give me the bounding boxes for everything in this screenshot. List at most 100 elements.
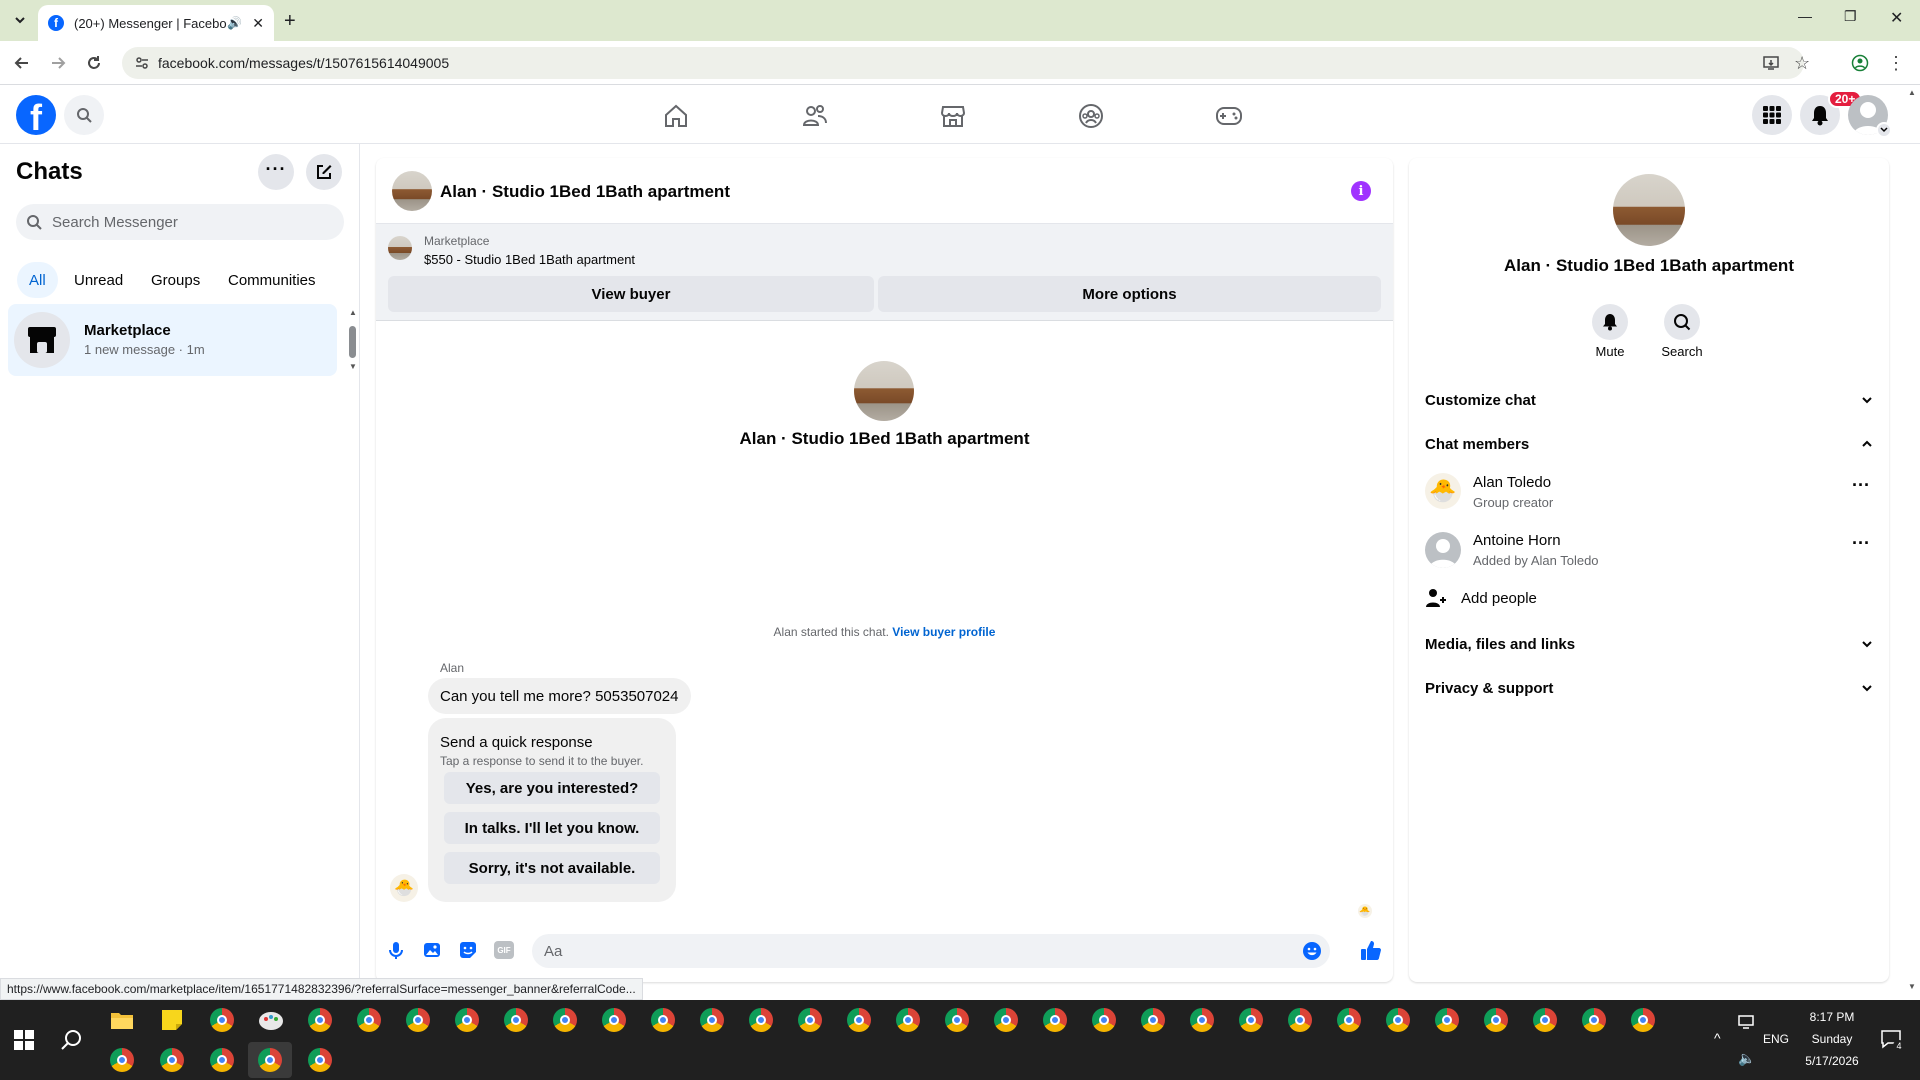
volume-icon[interactable]: 🔈 bbox=[1738, 1050, 1755, 1067]
member-avatar[interactable]: 🐣 bbox=[1425, 473, 1461, 509]
profile-icon[interactable] bbox=[1850, 53, 1870, 73]
language-indicator[interactable]: ENG bbox=[1763, 1032, 1789, 1046]
quick-reply-not-available[interactable]: Sorry, it's not available. bbox=[444, 852, 660, 884]
address-bar[interactable]: facebook.com/messages/t/1507615614049005… bbox=[122, 47, 1810, 79]
banner-listing[interactable]: $550 - Studio 1Bed 1Bath apartment bbox=[424, 252, 635, 267]
install-app-icon[interactable] bbox=[1762, 54, 1780, 72]
chrome-profile-icon[interactable] bbox=[1578, 1004, 1610, 1036]
chat-members-section[interactable]: Chat members bbox=[1425, 422, 1873, 466]
restore-icon[interactable]: ❐ bbox=[1844, 8, 1857, 25]
minimize-icon[interactable]: — bbox=[1798, 8, 1812, 24]
microphone-icon[interactable] bbox=[386, 940, 406, 960]
chrome-profile-icon[interactable] bbox=[304, 1044, 336, 1076]
gif-icon[interactable]: GIF bbox=[494, 941, 514, 959]
add-people-button[interactable]: Add people bbox=[1425, 578, 1725, 618]
speaker-icon[interactable]: 🔊 bbox=[227, 16, 242, 30]
chrome-profile-icon[interactable] bbox=[304, 1004, 336, 1036]
details-avatar[interactable] bbox=[1613, 174, 1685, 246]
customize-chat-section[interactable]: Customize chat bbox=[1425, 378, 1873, 422]
filter-communities[interactable]: Communities bbox=[216, 262, 328, 298]
chrome-profile-icon[interactable] bbox=[1333, 1004, 1365, 1036]
quick-reply-in-talks[interactable]: In talks. I'll let you know. bbox=[444, 812, 660, 844]
search-messenger-input[interactable]: Search Messenger bbox=[16, 204, 344, 240]
view-buyer-button[interactable]: View buyer bbox=[388, 276, 874, 312]
intro-avatar[interactable] bbox=[854, 361, 914, 421]
bookmark-star-icon[interactable]: ☆ bbox=[1794, 53, 1810, 74]
chrome-profile-icon[interactable] bbox=[1529, 1004, 1561, 1036]
chrome-profile-icon[interactable] bbox=[451, 1004, 483, 1036]
chrome-profile-icon[interactable] bbox=[1480, 1004, 1512, 1036]
clock-time[interactable]: 8:17 PM bbox=[1800, 1010, 1864, 1024]
page-scroll-down-icon[interactable]: ▼ bbox=[1908, 982, 1916, 991]
filter-groups[interactable]: Groups bbox=[139, 262, 212, 298]
sticker-icon[interactable] bbox=[458, 940, 478, 960]
mute-bell-icon[interactable] bbox=[1592, 304, 1628, 340]
listing-avatar[interactable] bbox=[392, 171, 432, 211]
chat-options-icon[interactable]: ··· bbox=[258, 154, 294, 190]
filter-unread[interactable]: Unread bbox=[62, 262, 135, 298]
chrome-profile-icon[interactable] bbox=[1284, 1004, 1316, 1036]
chrome-profile-icon[interactable] bbox=[1431, 1004, 1463, 1036]
page-scroll-up-icon[interactable]: ▲ bbox=[1908, 88, 1916, 97]
chrome-profile-icon[interactable] bbox=[1627, 1004, 1659, 1036]
paint-app-icon[interactable] bbox=[255, 1004, 287, 1036]
groups-icon[interactable] bbox=[1075, 100, 1107, 132]
view-buyer-profile-link[interactable]: View buyer profile bbox=[892, 625, 995, 639]
chrome-profile-icon[interactable] bbox=[843, 1004, 875, 1036]
close-tab-icon[interactable]: ✕ bbox=[252, 15, 264, 32]
filter-all[interactable]: All bbox=[17, 262, 58, 298]
chrome-profile-icon[interactable] bbox=[1039, 1004, 1071, 1036]
tab-search-icon[interactable] bbox=[8, 8, 32, 32]
quick-reply-interested[interactable]: Yes, are you interested? bbox=[444, 772, 660, 804]
sender-avatar[interactable]: 🐣 bbox=[390, 874, 418, 902]
chrome-profile-icon[interactable] bbox=[647, 1004, 679, 1036]
facebook-logo-icon[interactable]: f bbox=[16, 95, 56, 135]
windows-start-icon[interactable] bbox=[8, 1024, 40, 1056]
clock-day[interactable]: Sunday bbox=[1800, 1032, 1864, 1046]
more-options-button[interactable]: More options bbox=[878, 276, 1381, 312]
new-tab-icon[interactable]: + bbox=[284, 10, 296, 33]
network-icon[interactable] bbox=[1738, 1014, 1756, 1030]
like-thumbs-up-icon[interactable] bbox=[1359, 939, 1383, 963]
member-options-icon[interactable]: ··· bbox=[1845, 476, 1877, 504]
conversation-title[interactable]: Alan · Studio 1Bed 1Bath apartment bbox=[440, 182, 730, 202]
member-name[interactable]: Antoine Horn bbox=[1473, 532, 1561, 549]
chrome-profile-icon[interactable] bbox=[1382, 1004, 1414, 1036]
chrome-profile-icon[interactable] bbox=[500, 1004, 532, 1036]
media-files-section[interactable]: Media, files and links bbox=[1425, 622, 1873, 666]
forward-icon[interactable] bbox=[48, 53, 68, 73]
mute-label[interactable]: Mute bbox=[1570, 344, 1650, 359]
chrome-profile-icon[interactable] bbox=[549, 1004, 581, 1036]
header-search-icon[interactable] bbox=[64, 95, 104, 135]
browser-tab[interactable]: f (20+) Messenger | Faceboo 🔊 ✕ bbox=[38, 5, 274, 41]
browser-menu-icon[interactable]: ⋮ bbox=[1886, 53, 1906, 73]
chrome-profile-icon[interactable] bbox=[1137, 1004, 1169, 1036]
message-bubble[interactable]: Can you tell me more? 5053507024 bbox=[428, 678, 691, 714]
file-explorer-icon[interactable] bbox=[106, 1004, 138, 1036]
chrome-profile-icon[interactable] bbox=[598, 1004, 630, 1036]
chrome-profile-icon[interactable] bbox=[745, 1004, 777, 1036]
back-icon[interactable] bbox=[12, 53, 32, 73]
close-window-icon[interactable]: ✕ bbox=[1890, 8, 1903, 28]
new-message-icon[interactable] bbox=[306, 154, 342, 190]
chrome-profile-icon[interactable] bbox=[402, 1004, 434, 1036]
chrome-profile-icon[interactable] bbox=[106, 1044, 138, 1076]
home-icon[interactable] bbox=[660, 100, 692, 132]
chrome-profile-icon[interactable] bbox=[794, 1004, 826, 1036]
clock-date[interactable]: 5/17/2026 bbox=[1800, 1054, 1864, 1068]
search-label[interactable]: Search bbox=[1642, 344, 1722, 359]
account-chevron-icon[interactable] bbox=[1876, 122, 1892, 138]
chat-list-item[interactable]: Marketplace 1 new message · 1m bbox=[8, 304, 337, 376]
chrome-profile-icon[interactable] bbox=[941, 1004, 973, 1036]
listing-thumbnail[interactable] bbox=[388, 236, 412, 260]
friends-icon[interactable] bbox=[799, 100, 831, 132]
member-options-icon[interactable]: ··· bbox=[1845, 534, 1877, 562]
search-conversation-icon[interactable] bbox=[1664, 304, 1700, 340]
message-input[interactable]: Aa bbox=[532, 934, 1330, 968]
emoji-icon[interactable] bbox=[1302, 941, 1322, 961]
chrome-profile-icon[interactable] bbox=[156, 1044, 188, 1076]
member-avatar[interactable] bbox=[1425, 532, 1461, 568]
marketplace-icon[interactable] bbox=[937, 100, 969, 132]
chrome-profile-icon[interactable] bbox=[1088, 1004, 1120, 1036]
menu-grid-icon[interactable] bbox=[1752, 95, 1792, 135]
